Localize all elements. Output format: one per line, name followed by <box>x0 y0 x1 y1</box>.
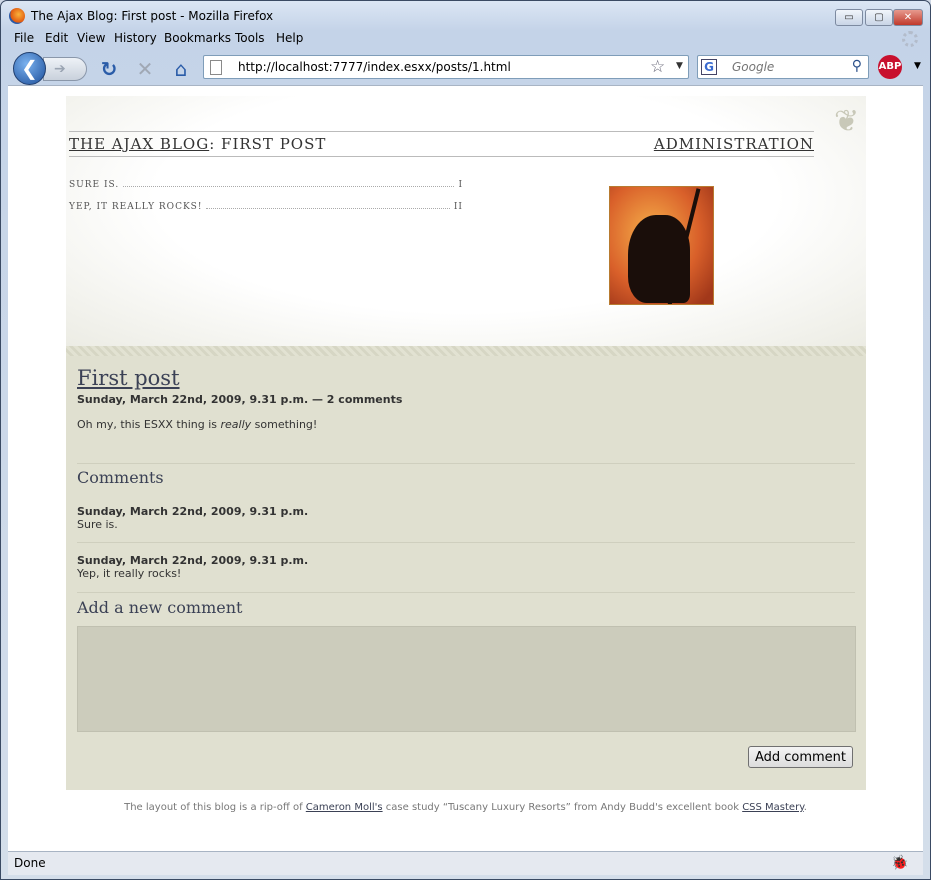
post-body-text: something! <box>251 418 318 431</box>
throbber-icon <box>902 31 918 47</box>
home-button[interactable]: ⌂ <box>170 58 192 80</box>
cameron-moll-link[interactable]: Cameron Moll's <box>306 802 383 813</box>
title-bar: The Ajax Blog: First post - Mozilla Fire… <box>1 1 930 29</box>
browser-window: The Ajax Blog: First post - Mozilla Fire… <box>0 0 931 880</box>
adblock-plus-button[interactable]: ABP <box>878 55 902 79</box>
status-bar: Done 🐞 <box>8 851 923 875</box>
page-footer: The layout of this blog is a rip-off of … <box>8 802 923 813</box>
toc-item[interactable]: SURE IS. I <box>69 180 463 190</box>
footer-text: . <box>803 802 807 813</box>
toc-item[interactable]: YEP, IT REALLY ROCKS! II <box>69 202 463 212</box>
ornament-icon: ❦ <box>834 104 860 139</box>
firebug-icon[interactable]: 🐞 <box>891 855 909 873</box>
url-input[interactable] <box>238 60 638 74</box>
comment-text: Sure is. <box>77 518 118 531</box>
stop-button[interactable]: ✕ <box>134 58 156 80</box>
toc-label: SURE IS. <box>69 180 120 190</box>
vase-figure <box>628 215 690 303</box>
divider <box>77 542 855 543</box>
status-text: Done <box>14 856 46 870</box>
add-comment-button[interactable]: Add comment <box>748 746 853 768</box>
page-viewport: THE AJAX BLOG: FIRST POST ADMINISTRATION… <box>8 85 923 851</box>
current-section: FIRST POST <box>221 135 327 153</box>
add-comment-heading: Add a new comment <box>77 598 243 617</box>
blog-header: THE AJAX BLOG: FIRST POST ADMINISTRATION… <box>66 96 866 346</box>
blog-title: THE AJAX BLOG: FIRST POST <box>69 135 326 153</box>
menu-help[interactable]: Help <box>276 31 303 45</box>
menu-history[interactable]: History <box>114 31 157 45</box>
reload-icon: ↻ <box>100 57 118 81</box>
search-input[interactable] <box>732 60 842 74</box>
minimize-button[interactable]: ▭ <box>835 9 863 26</box>
home-icon: ⌂ <box>174 57 188 81</box>
close-button[interactable]: ✕ <box>893 9 923 26</box>
post-meta: Sunday, March 22nd, 2009, 9.31 p.m. — 2 … <box>77 393 403 406</box>
comment-date: Sunday, March 22nd, 2009, 9.31 p.m. <box>77 505 309 518</box>
search-bar[interactable]: G ⚲ <box>697 55 869 79</box>
blog-page: THE AJAX BLOG: FIRST POST ADMINISTRATION… <box>66 96 866 790</box>
window-title: The Ajax Blog: First post - Mozilla Fire… <box>31 9 274 23</box>
divider <box>77 463 855 464</box>
greek-vase-image <box>609 186 714 305</box>
google-engine-icon[interactable]: G <box>701 59 717 75</box>
comment-textarea[interactable] <box>77 626 856 732</box>
footer-text: The layout of this blog is a rip-off of <box>124 802 306 813</box>
css-mastery-link[interactable]: CSS Mastery <box>742 802 804 813</box>
back-icon: ❮ <box>21 56 38 80</box>
menu-tools[interactable]: Tools <box>235 31 265 45</box>
comment-date: Sunday, March 22nd, 2009, 9.31 p.m. <box>77 554 309 567</box>
menu-file[interactable]: File <box>14 31 34 45</box>
toc-label: YEP, IT REALLY ROCKS! <box>69 202 203 212</box>
footer-text: case study “Tuscany Luxury Resorts” from… <box>382 802 743 813</box>
back-button[interactable]: ❮ <box>13 52 46 85</box>
toc-number: I <box>458 180 463 190</box>
forward-icon: ➔ <box>54 61 66 77</box>
toc-leader <box>123 180 455 187</box>
navigation-toolbar: ➔ ❮ ↻ ✕ ⌂ ☆ ▼ G ⚲ ABP ▼ <box>1 49 930 85</box>
post-title-link[interactable]: First post <box>77 366 180 390</box>
menu-view[interactable]: View <box>77 31 105 45</box>
adblock-dropdown-icon[interactable]: ▼ <box>914 61 921 71</box>
search-icon[interactable]: ⚲ <box>852 58 862 74</box>
address-bar[interactable]: ☆ ▼ <box>203 55 689 79</box>
header-texture <box>66 346 866 356</box>
stop-icon: ✕ <box>136 57 154 81</box>
firefox-logo-icon <box>9 8 25 24</box>
comments-heading: Comments <box>77 468 164 487</box>
bookmark-star-icon[interactable]: ☆ <box>650 57 665 77</box>
forward-button[interactable]: ➔ <box>43 57 87 81</box>
menu-edit[interactable]: Edit <box>45 31 68 45</box>
menu-bar: File Edit View History Bookmarks Tools H… <box>1 29 930 49</box>
post-body: Oh my, this ESXX thing is really somethi… <box>77 418 317 431</box>
comment-text: Yep, it really rocks! <box>77 567 182 580</box>
menu-bookmarks[interactable]: Bookmarks <box>164 31 231 45</box>
reload-button[interactable]: ↻ <box>98 58 120 80</box>
post-body-text: Oh my, this ESXX thing is <box>77 418 221 431</box>
post-body-emphasis: really <box>220 418 252 431</box>
divider <box>77 592 855 593</box>
page-icon <box>210 60 222 75</box>
maximize-button[interactable]: ▢ <box>865 9 893 26</box>
toc-number: II <box>453 202 463 212</box>
url-dropdown-icon[interactable]: ▼ <box>676 61 683 71</box>
blog-home-link[interactable]: THE AJAX BLOG <box>69 135 209 153</box>
toc-leader <box>206 202 450 209</box>
administration-link[interactable]: ADMINISTRATION <box>654 135 814 153</box>
title-separator: : <box>209 135 222 153</box>
